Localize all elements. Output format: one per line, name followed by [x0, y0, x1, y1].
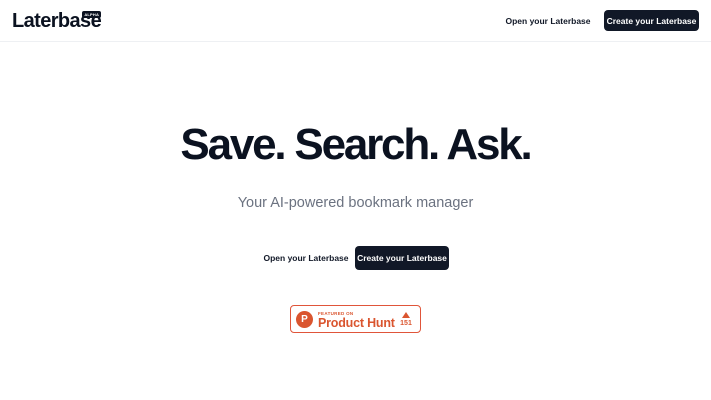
- site-header: Laterbase ALPHA Open your Laterbase Crea…: [0, 0, 711, 42]
- alpha-badge: ALPHA: [82, 11, 102, 18]
- hero-open-laterbase-button[interactable]: Open your Laterbase: [262, 246, 350, 270]
- header-create-laterbase-button[interactable]: Create your Laterbase: [604, 10, 699, 31]
- hero-create-laterbase-button[interactable]: Create your Laterbase: [355, 246, 449, 270]
- hero-title: Save. Search. Ask.: [180, 120, 532, 169]
- product-hunt-badge[interactable]: P FEATURED ON Product Hunt 151: [290, 305, 421, 333]
- laterbase-logo[interactable]: Laterbase ALPHA: [12, 7, 102, 35]
- hero-subtitle: Your AI-powered bookmark manager: [237, 195, 474, 211]
- upvote-count: 151: [400, 320, 412, 327]
- upvote-arrow-icon: [402, 312, 410, 318]
- header-open-laterbase-button[interactable]: Open your Laterbase: [505, 10, 591, 31]
- product-hunt-logo-icon: P: [296, 311, 313, 328]
- product-hunt-name: Product Hunt: [318, 316, 395, 330]
